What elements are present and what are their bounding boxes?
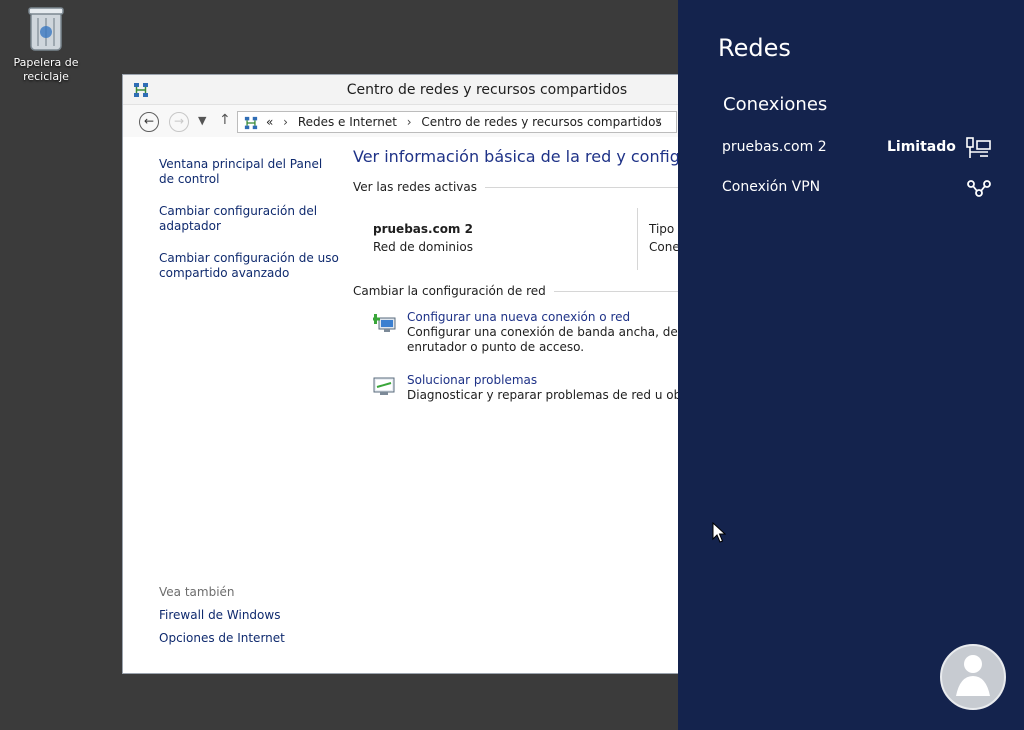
link-adapter-settings[interactable]: Cambiar configuración del adaptador	[159, 204, 339, 234]
connection-name: pruebas.com 2	[722, 139, 827, 155]
network-sharing-window: Centro de redes y recursos compartidos ←…	[122, 74, 737, 674]
recycle-bin-label: Papelera de reciclaje	[13, 56, 79, 83]
up-arrow-icon[interactable]: ↑	[219, 112, 231, 128]
change-settings-header: Cambiar la configuración de red	[353, 284, 713, 298]
forward-arrow-icon: →	[173, 114, 185, 128]
back-arrow-icon: ←	[143, 114, 155, 128]
back-button[interactable]: ←	[139, 112, 159, 132]
see-also-section: Vea también Firewall de Windows Opciones…	[159, 585, 285, 654]
link-new-connection[interactable]: Configurar una nueva conexión o red	[407, 310, 713, 325]
charm-title: Redes	[718, 34, 791, 62]
connection-item-vpn[interactable]: Conexión VPN	[722, 176, 992, 200]
vpn-icon	[967, 180, 991, 197]
link-panel-control[interactable]: Ventana principal del Panel de control	[159, 157, 339, 187]
connections-heading: Conexiones	[723, 94, 828, 115]
window-titlebar[interactable]: Centro de redes y recursos compartidos	[123, 75, 701, 105]
change-settings-label: Cambiar la configuración de red	[353, 284, 546, 298]
link-internet-options[interactable]: Opciones de Internet	[159, 631, 285, 646]
new-connection-icon	[373, 314, 396, 332]
page-title: Ver información básica de la red y confi…	[353, 147, 737, 166]
troubleshoot-icon	[373, 377, 395, 395]
address-overflow[interactable]: «	[266, 115, 273, 129]
see-also-label: Vea también	[159, 585, 235, 599]
connection-item-pruebas[interactable]: pruebas.com 2 Limitado	[722, 136, 992, 160]
window-title: Centro de redes y recursos compartidos	[346, 82, 628, 98]
mouse-cursor-icon	[712, 522, 726, 543]
recycle-bin[interactable]: Papelera de reciclaje	[8, 6, 84, 84]
network-name: pruebas.com 2	[373, 222, 473, 236]
networks-charm-panel: Redes Conexiones pruebas.com 2 Limitado …	[678, 0, 1024, 730]
breadcrumb-redes-internet[interactable]: Redes e Internet	[298, 115, 397, 129]
watermark-logo	[940, 644, 1006, 710]
connection-status: Limitado	[887, 139, 956, 155]
column-divider	[637, 208, 638, 270]
active-networks-label: Ver las redes activas	[353, 180, 477, 194]
breadcrumb-centro-redes[interactable]: Centro de redes y recursos compartidos	[421, 115, 661, 129]
person-logo-icon	[956, 655, 990, 696]
new-connection-desc-1: Configurar una conexión de banda ancha, …	[407, 325, 724, 339]
task-sidebar: Ventana principal del Panel de control C…	[159, 157, 339, 298]
link-advanced-sharing[interactable]: Cambiar configuración de uso compartido …	[159, 251, 339, 281]
address-bar[interactable]: « › Redes e Internet › Centro de redes y…	[237, 111, 677, 133]
forward-button[interactable]: →	[169, 112, 189, 132]
active-network: pruebas.com 2 Red de dominios Tipo c Con…	[353, 204, 713, 270]
main-content: Ver información básica de la red y confi…	[353, 147, 737, 403]
link-troubleshoot[interactable]: Solucionar problemas	[407, 373, 713, 388]
chevron-right-icon: ›	[283, 115, 288, 129]
new-connection-desc-2: enrutador o punto de acceso.	[407, 340, 585, 354]
task-new-connection: Configurar una nueva conexión o red Conf…	[353, 310, 724, 355]
network-category: Red de dominios	[373, 240, 473, 254]
task-troubleshoot: Solucionar problemas Diagnosticar y repa…	[353, 373, 721, 403]
recycle-bin-icon	[28, 7, 64, 51]
wired-network-icon	[966, 137, 991, 158]
link-windows-firewall[interactable]: Firewall de Windows	[159, 608, 285, 623]
connection-name: Conexión VPN	[722, 179, 821, 195]
address-dropdown-chevron-down-icon[interactable]: ∨	[655, 112, 662, 132]
recent-locations-chevron-down-icon[interactable]: ▼	[198, 114, 206, 127]
active-networks-header: Ver las redes activas	[353, 180, 713, 194]
chevron-right-icon: ›	[406, 115, 412, 129]
navigation-bar: ← → ▼ ↑ « › Redes e Internet › Centro de…	[123, 105, 701, 137]
troubleshoot-desc: Diagnosticar y reparar problemas de red …	[407, 388, 721, 402]
network-location-icon	[244, 116, 258, 130]
